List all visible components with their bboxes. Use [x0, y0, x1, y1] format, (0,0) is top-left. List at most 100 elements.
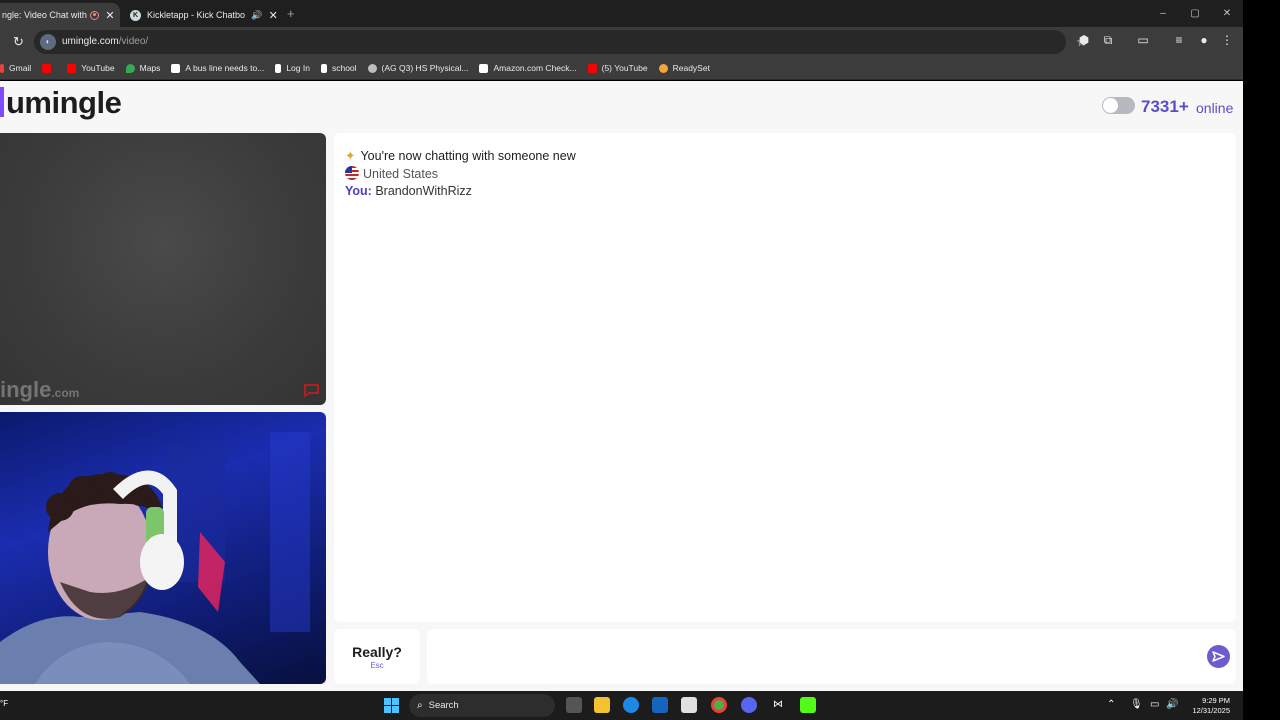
menu-kebab-icon[interactable]: ⋮ [1219, 33, 1235, 47]
recording-icon [90, 10, 99, 20]
outlook-icon[interactable] [652, 697, 668, 713]
online-count: 7331+ [1141, 97, 1189, 116]
bookmark-icon [171, 63, 181, 73]
bookmark-youtube[interactable]: YouTube [67, 63, 115, 73]
new-tab-button[interactable]: + [287, 6, 295, 21]
bookmark-5-youtube[interactable]: (5) YouTube [587, 63, 648, 73]
bookmark-icon [275, 63, 282, 73]
taskbar-search[interactable]: ⌕ Search [409, 694, 555, 717]
extension-badge-icon[interactable]: ⬢ [1076, 33, 1092, 47]
chat-log: ✦ You're now chatting with someone new Un… [334, 133, 1236, 622]
extensions-puzzle-icon[interactable]: ⧉ [1100, 33, 1116, 48]
maps-icon [125, 63, 135, 73]
media-control-icon[interactable]: ≡ [1171, 33, 1187, 47]
maximize-button[interactable]: ▢ [1179, 0, 1211, 27]
clock-date: 12/31/2025 [1192, 706, 1230, 715]
capcut-icon[interactable]: ⋈ [770, 697, 786, 713]
online-label: online [1196, 100, 1234, 116]
volume-icon[interactable]: 🔊 [1166, 699, 1178, 710]
discord-icon[interactable] [741, 697, 757, 713]
country-message: United States [345, 166, 438, 181]
tab-title: ngle: Video Chat with S [2, 10, 88, 20]
umingle-page: umingle 7331+ online ingle.com ✦ You're … [0, 81, 1243, 691]
kicklet-favicon-icon: K [130, 9, 141, 21]
close-window-button[interactable]: ✕ [1211, 0, 1243, 27]
reload-icon[interactable]: ↻ [13, 34, 24, 50]
bookmark-youtube-icon-only[interactable] [42, 63, 56, 73]
webcam-person-illustration [0, 432, 310, 684]
bookmark-label: YouTube [81, 63, 115, 73]
bookmark-bus-line[interactable]: A bus line needs to... [171, 63, 264, 73]
bookmark-readyset[interactable]: ReadySet [658, 63, 710, 73]
bookmark-label: (AG Q3) HS Physical... [381, 63, 469, 73]
weather-temp[interactable]: °F [0, 699, 8, 708]
bookmark-gmail[interactable]: Gmail [0, 63, 31, 73]
amazon-icon [479, 63, 489, 73]
video-watermark: ingle.com [0, 377, 79, 403]
bookmark-label: (5) YouTube [601, 63, 648, 73]
cast-icon[interactable]: ▭ [1135, 33, 1151, 47]
tab-umingle[interactable]: ngle: Video Chat with S ✕ [0, 3, 120, 27]
bookmark-icon [320, 63, 327, 73]
bookmark-label: Log In [286, 63, 310, 73]
watermark-suffix: .com [51, 386, 80, 400]
system-message: ✦ You're now chatting with someone new [345, 148, 576, 163]
bookmark-school[interactable]: school [320, 63, 357, 73]
file-explorer-icon[interactable] [594, 697, 610, 713]
show-hidden-icons-icon[interactable]: ⌃ [1107, 699, 1115, 710]
country-text: United States [363, 167, 439, 181]
tab-title: Kickletapp - Kick Chatbot a [147, 10, 245, 20]
send-icon [1212, 651, 1225, 662]
close-tab-icon[interactable]: ✕ [268, 9, 278, 22]
clock-time: 9:29 PM [1202, 696, 1230, 705]
audio-playing-icon[interactable]: 🔊 [251, 10, 262, 21]
close-tab-icon[interactable]: ✕ [105, 9, 115, 22]
stranger-video: ingle.com [0, 133, 326, 405]
send-button[interactable] [1207, 645, 1230, 668]
edge-icon[interactable] [623, 697, 639, 713]
bookmark-log-in[interactable]: Log In [275, 63, 310, 73]
system-message-text: You're now chatting with someone new [360, 149, 576, 163]
skip-button-label: Really? [352, 644, 402, 660]
search-icon: ⌕ [417, 700, 423, 711]
minimize-button[interactable]: – [1147, 0, 1179, 27]
youtube-icon [587, 63, 597, 73]
kick-icon[interactable] [800, 697, 816, 713]
readyset-icon [658, 63, 668, 73]
microphone-icon[interactable]: 🎙 [1130, 699, 1143, 710]
globe-icon [367, 63, 377, 73]
store-icon[interactable] [681, 697, 697, 713]
browser-toolbar: ↻ ◐ umingle.com/video/ ☆ ⬢ ⧉ ▭ ≡ ● ⋮ [0, 27, 1243, 57]
sender-label: You: [345, 184, 372, 198]
bookmark-amazon[interactable]: Amazon.com Check... [479, 63, 577, 73]
watermark-main: ingle [0, 377, 52, 402]
tab-kicklet[interactable]: K Kickletapp - Kick Chatbot a 🔊 ✕ [122, 3, 280, 27]
sparkle-icon: ✦ [345, 149, 356, 163]
report-flag-icon[interactable] [302, 383, 320, 397]
message-input[interactable] [427, 629, 1236, 684]
search-label: Search [428, 700, 459, 711]
chrome-icon[interactable] [711, 697, 727, 713]
address-bar[interactable]: ◐ umingle.com/video/ ☆ [34, 30, 1087, 54]
window-controls: – ▢ ✕ [1147, 0, 1243, 27]
task-view-icon[interactable] [566, 697, 582, 713]
bookmark-label: ReadySet [672, 63, 710, 73]
online-toggle[interactable] [1102, 97, 1135, 114]
youtube-icon [42, 63, 52, 73]
site-logo[interactable]: umingle [6, 85, 122, 121]
url-text: umingle.com/video/ [62, 36, 148, 47]
bookmark-maps[interactable]: Maps [125, 63, 161, 73]
taskbar-clock[interactable]: 9:29 PM 12/31/2025 [1188, 696, 1230, 716]
bookmarks-bar: Gmail YouTube Maps A bus line needs to..… [0, 57, 1243, 80]
url-domain: umingle.com [62, 36, 119, 47]
bookmark-hs-physical[interactable]: (AG Q3) HS Physical... [367, 63, 469, 73]
profile-avatar-icon[interactable]: ● [1196, 33, 1212, 47]
site-info-icon[interactable]: ◐ [40, 34, 56, 50]
network-icon[interactable]: ▭ [1150, 699, 1159, 710]
windows-start-icon[interactable] [384, 698, 399, 713]
youtube-icon [67, 63, 77, 73]
bookmark-label: Maps [139, 63, 161, 73]
bookmark-label: Amazon.com Check... [493, 63, 577, 73]
skip-button[interactable]: Really? Esc [334, 629, 420, 684]
bookmark-label: A bus line needs to... [185, 63, 265, 73]
